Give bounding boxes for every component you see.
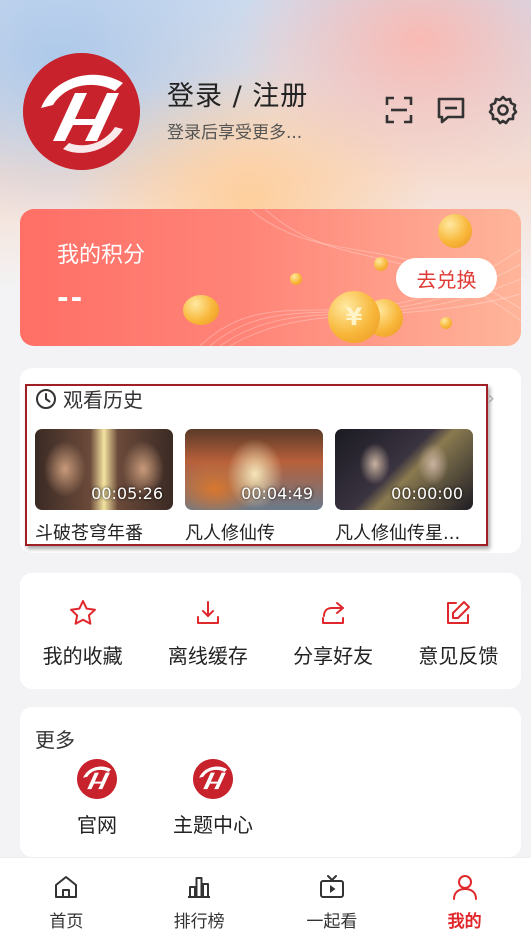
video-progress-time: 00:04:49 — [241, 484, 313, 503]
tv-icon — [319, 875, 344, 898]
more-title: 更多 — [35, 728, 75, 752]
video-progress-time: 00:05:26 — [91, 484, 163, 503]
favorites-button[interactable]: 我的收藏 — [20, 573, 145, 689]
avatar[interactable] — [23, 53, 140, 170]
ranking-icon — [188, 877, 211, 898]
share-friends-button[interactable]: 分享好友 — [271, 573, 396, 689]
coin-decoration — [440, 317, 452, 329]
scan-icon[interactable] — [383, 94, 415, 126]
bottom-tab-bar: 首页 排行榜 一起看 我的 — [0, 857, 531, 936]
tab-ranking[interactable]: 排行榜 — [133, 858, 266, 936]
history-item[interactable]: 00:00:00 凡人修仙传星... — [335, 429, 473, 545]
tab-home[interactable]: 首页 — [0, 858, 133, 936]
tab-watch-together-label: 一起看 — [306, 912, 358, 932]
video-title: 斗破苍穹年番 — [35, 523, 143, 544]
favorites-label: 我的收藏 — [42, 644, 123, 668]
user-icon — [452, 875, 477, 900]
brand-logo-icon — [23, 53, 140, 170]
video-thumbnail: 00:05:26 — [35, 429, 173, 510]
profile-header: 登录 / 注册 登录后享受更多... — [0, 0, 531, 200]
watch-history-title: 观看历史 — [63, 388, 143, 412]
tab-home-label: 首页 — [49, 912, 84, 932]
offline-cache-label: 离线缓存 — [167, 644, 248, 668]
tab-mine[interactable]: 我的 — [398, 858, 531, 936]
redeem-button[interactable]: 去兑换 — [396, 258, 497, 298]
share-icon — [322, 602, 345, 624]
chevron-right-icon[interactable]: › — [488, 388, 495, 409]
gear-icon[interactable] — [487, 94, 519, 126]
login-hint-subtitle: 登录后享受更多... — [167, 123, 303, 143]
watch-history-card: 观看历史 › 00:05:26 斗破苍穹年番 00:04:49 凡人修仙传 00… — [20, 368, 521, 553]
history-item[interactable]: 00:04:49 凡人修仙传 — [185, 429, 323, 545]
message-icon[interactable] — [435, 94, 467, 126]
history-list: 00:05:26 斗破苍穹年番 00:04:49 凡人修仙传 00:00:00 … — [35, 429, 473, 545]
clock-icon — [36, 388, 56, 409]
yuan-coin-icon: ¥ — [328, 291, 380, 343]
brand-logo-icon — [193, 759, 233, 799]
coin-decoration — [438, 214, 472, 248]
watch-history-header[interactable]: 观看历史 — [35, 384, 143, 413]
points-card[interactable]: ¥ 我的积分 -- 去兑换 — [20, 209, 521, 346]
points-title: 我的积分 — [57, 243, 146, 268]
tab-watch-together[interactable]: 一起看 — [266, 858, 399, 936]
home-icon — [55, 876, 78, 898]
svg-text:¥: ¥ — [346, 303, 363, 331]
feedback-button[interactable]: 意见反馈 — [396, 573, 521, 689]
video-progress-time: 00:00:00 — [391, 484, 463, 503]
tab-ranking-label: 排行榜 — [173, 912, 225, 932]
theme-center-button[interactable]: 主题中心 — [158, 759, 268, 838]
quick-actions-card: 我的收藏 离线缓存 分享好友 意见反馈 — [20, 573, 521, 689]
video-thumbnail: 00:00:00 — [335, 429, 473, 510]
points-value: -- — [57, 281, 85, 314]
video-title: 凡人修仙传 — [185, 523, 275, 544]
more-card: 更多 官网 主题中心 — [20, 707, 521, 857]
history-item[interactable]: 00:05:26 斗破苍穹年番 — [35, 429, 173, 545]
video-thumbnail: 00:04:49 — [185, 429, 323, 510]
login-register-title[interactable]: 登录 / 注册 — [167, 74, 308, 113]
brand-logo-icon — [77, 759, 117, 799]
coin-decoration — [290, 273, 302, 285]
theme-center-label: 主题中心 — [173, 813, 253, 837]
edit-icon — [447, 601, 471, 624]
video-title: 凡人修仙传星... — [335, 523, 461, 544]
official-site-label: 官网 — [77, 813, 117, 837]
coin-decoration — [374, 257, 388, 271]
tab-mine-label: 我的 — [447, 912, 482, 932]
feedback-label: 意见反馈 — [418, 644, 499, 668]
share-friends-label: 分享好友 — [293, 644, 374, 668]
download-icon — [196, 601, 219, 624]
offline-cache-button[interactable]: 离线缓存 — [145, 573, 270, 689]
star-icon — [69, 600, 96, 625]
coin-decoration — [183, 295, 219, 325]
official-site-button[interactable]: 官网 — [42, 759, 152, 838]
